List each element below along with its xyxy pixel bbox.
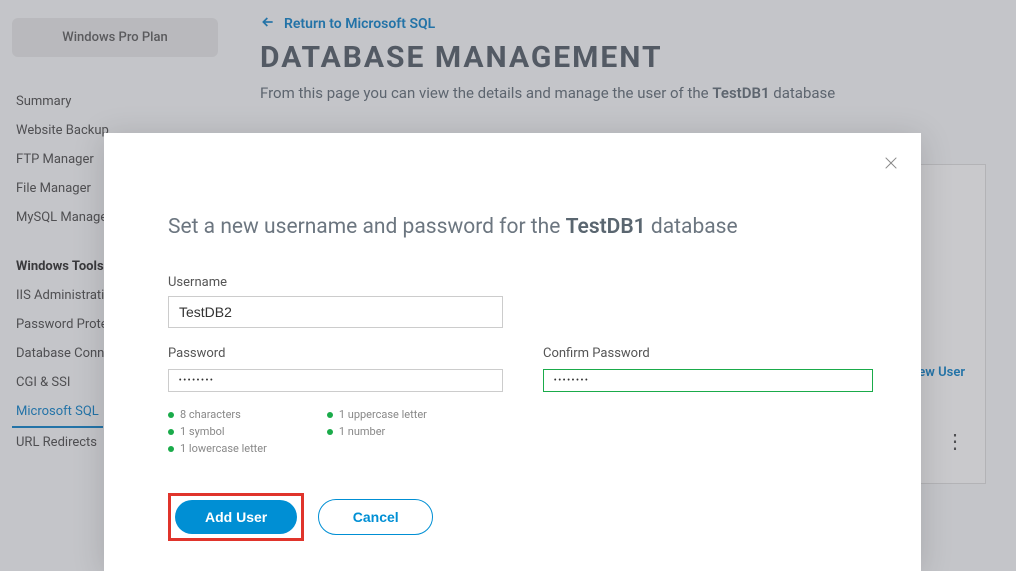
check-dot-icon [168, 412, 174, 418]
add-user-button[interactable]: Add User [175, 500, 297, 534]
password-input[interactable] [168, 369, 503, 392]
cancel-button[interactable]: Cancel [318, 499, 433, 535]
check-dot-icon [168, 446, 174, 452]
modal-title: Set a new username and password for the … [168, 215, 857, 239]
username-label: Username [168, 275, 503, 290]
close-icon[interactable] [883, 155, 899, 175]
check-dot-icon [327, 412, 333, 418]
req-item: 1 symbol [168, 423, 267, 440]
add-user-highlight: Add User [168, 493, 304, 541]
confirm-password-input[interactable] [543, 369, 873, 392]
req-item: 1 lowercase letter [168, 440, 267, 457]
check-dot-icon [168, 429, 174, 435]
req-item: 8 characters [168, 406, 267, 423]
add-user-modal: Set a new username and password for the … [104, 133, 921, 571]
password-label: Password [168, 346, 503, 361]
username-input[interactable] [168, 296, 503, 328]
check-dot-icon [327, 429, 333, 435]
password-requirements: 8 characters 1 symbol 1 lowercase letter… [168, 406, 503, 457]
req-item: 1 uppercase letter [327, 406, 427, 423]
req-item: 1 number [327, 423, 427, 440]
confirm-password-label: Confirm Password [543, 346, 873, 361]
